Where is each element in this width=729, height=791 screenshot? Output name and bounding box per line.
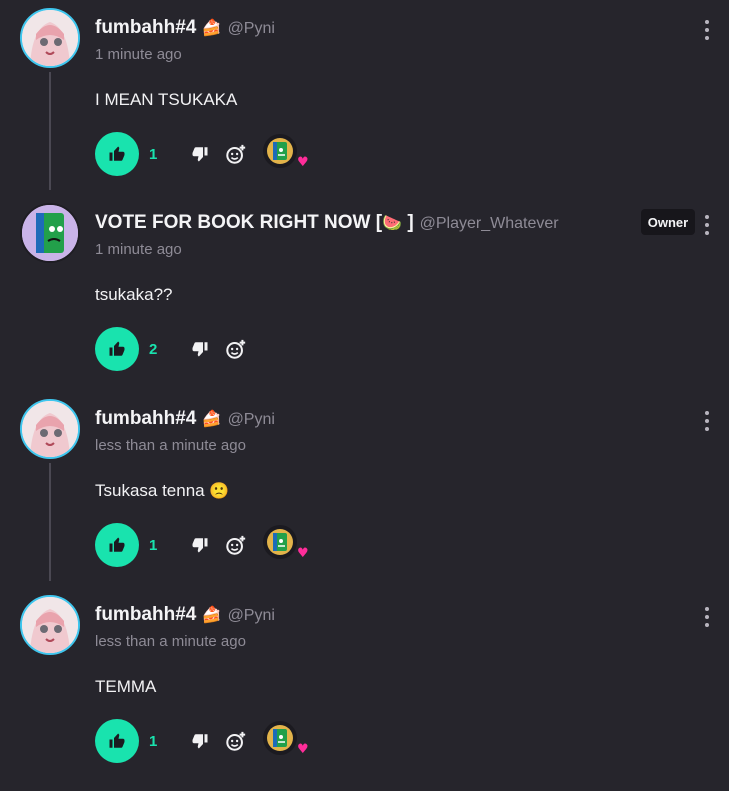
like-button[interactable] (95, 719, 139, 763)
like-count: 1 (149, 536, 158, 554)
reaction-avatar (263, 525, 297, 559)
comment-actions: 2 (95, 325, 251, 373)
username[interactable]: VOTE FOR BOOK RIGHT NOW [🍉 ] @Player_What… (95, 212, 559, 234)
more-options-button[interactable] (701, 215, 713, 235)
dislike-button[interactable] (185, 530, 215, 560)
add-reaction-button[interactable] (221, 139, 251, 169)
add-reaction-icon (226, 339, 246, 359)
avatar-image (20, 399, 80, 459)
like-button[interactable] (95, 327, 139, 371)
reaction-chip[interactable]: ♥ (263, 721, 309, 761)
more-options-button[interactable] (701, 20, 713, 40)
timestamp: 1 minute ago (95, 46, 182, 63)
avatar[interactable] (20, 399, 80, 459)
thumbs-down-icon (192, 342, 208, 357)
avatar[interactable] (20, 595, 80, 655)
timestamp: less than a minute ago (95, 633, 246, 650)
reaction-chip[interactable]: ♥ (263, 134, 309, 174)
thumbs-down-icon (192, 538, 208, 553)
comment-text: TEMMA (95, 677, 157, 696)
dislike-button[interactable] (185, 726, 215, 756)
thumbs-up-icon (109, 537, 125, 552)
add-reaction-icon (226, 144, 246, 164)
like-button[interactable] (95, 132, 139, 176)
heart-icon: ♥ (297, 742, 309, 757)
heart-icon: ♥ (297, 155, 309, 170)
thumbs-down-icon (192, 734, 208, 749)
comment-text: Tsukasa tenna 🙁 (95, 481, 230, 500)
thumbs-up-icon (109, 146, 125, 161)
more-options-button[interactable] (701, 411, 713, 431)
owner-badge: Owner (641, 209, 695, 235)
thumbs-up-icon (109, 341, 125, 356)
username[interactable]: fumbahh#4 🍰 @Pyni (95, 604, 275, 626)
more-options-button[interactable] (701, 607, 713, 627)
timestamp: 1 minute ago (95, 241, 182, 258)
user-handle: @Pyni (227, 411, 275, 428)
heart-icon: ♥ (297, 546, 309, 561)
add-reaction-button[interactable] (221, 334, 251, 364)
dislike-button[interactable] (185, 334, 215, 364)
comment-item: fumbahh#4 🍰 @Pyni less than a minute ago … (0, 587, 729, 777)
username[interactable]: fumbahh#4 🍰 @Pyni (95, 408, 275, 430)
reaction-avatar (263, 721, 297, 755)
thumbs-up-icon (109, 733, 125, 748)
add-reaction-button[interactable] (221, 530, 251, 560)
reaction-chip[interactable]: ♥ (263, 525, 309, 565)
avatar-image (20, 595, 80, 655)
comment-actions: 1 ♥ (95, 130, 309, 178)
add-reaction-icon (226, 731, 246, 751)
user-handle: @Player_Whatever (419, 215, 559, 232)
comment-item: fumbahh#4 🍰 @Pyni less than a minute ago … (0, 391, 729, 581)
comment-actions: 1 ♥ (95, 717, 309, 765)
dislike-button[interactable] (185, 139, 215, 169)
comment-item: fumbahh#4 🍰 @Pyni 1 minute ago I MEAN TSU… (0, 0, 729, 190)
add-reaction-icon (226, 535, 246, 555)
comment-item: VOTE FOR BOOK RIGHT NOW [🍉 ] @Player_What… (0, 195, 729, 385)
user-handle: @Pyni (227, 607, 275, 624)
add-reaction-button[interactable] (221, 726, 251, 756)
avatar[interactable] (20, 203, 80, 263)
like-count: 2 (149, 340, 158, 358)
comment-text: tsukaka?? (95, 285, 173, 304)
comment-text: I MEAN TSUKAKA (95, 90, 238, 109)
avatar[interactable] (20, 8, 80, 68)
like-count: 1 (149, 145, 158, 163)
thumbs-down-icon (192, 147, 208, 162)
like-count: 1 (149, 732, 158, 750)
like-button[interactable] (95, 523, 139, 567)
avatar-image (20, 203, 80, 263)
username[interactable]: fumbahh#4 🍰 @Pyni (95, 17, 275, 39)
reaction-avatar (263, 134, 297, 168)
user-handle: @Pyni (227, 20, 275, 37)
comment-actions: 1 ♥ (95, 521, 309, 569)
timestamp: less than a minute ago (95, 437, 246, 454)
thread-line (49, 463, 51, 581)
avatar-image (20, 8, 80, 68)
thread-line (49, 72, 51, 190)
